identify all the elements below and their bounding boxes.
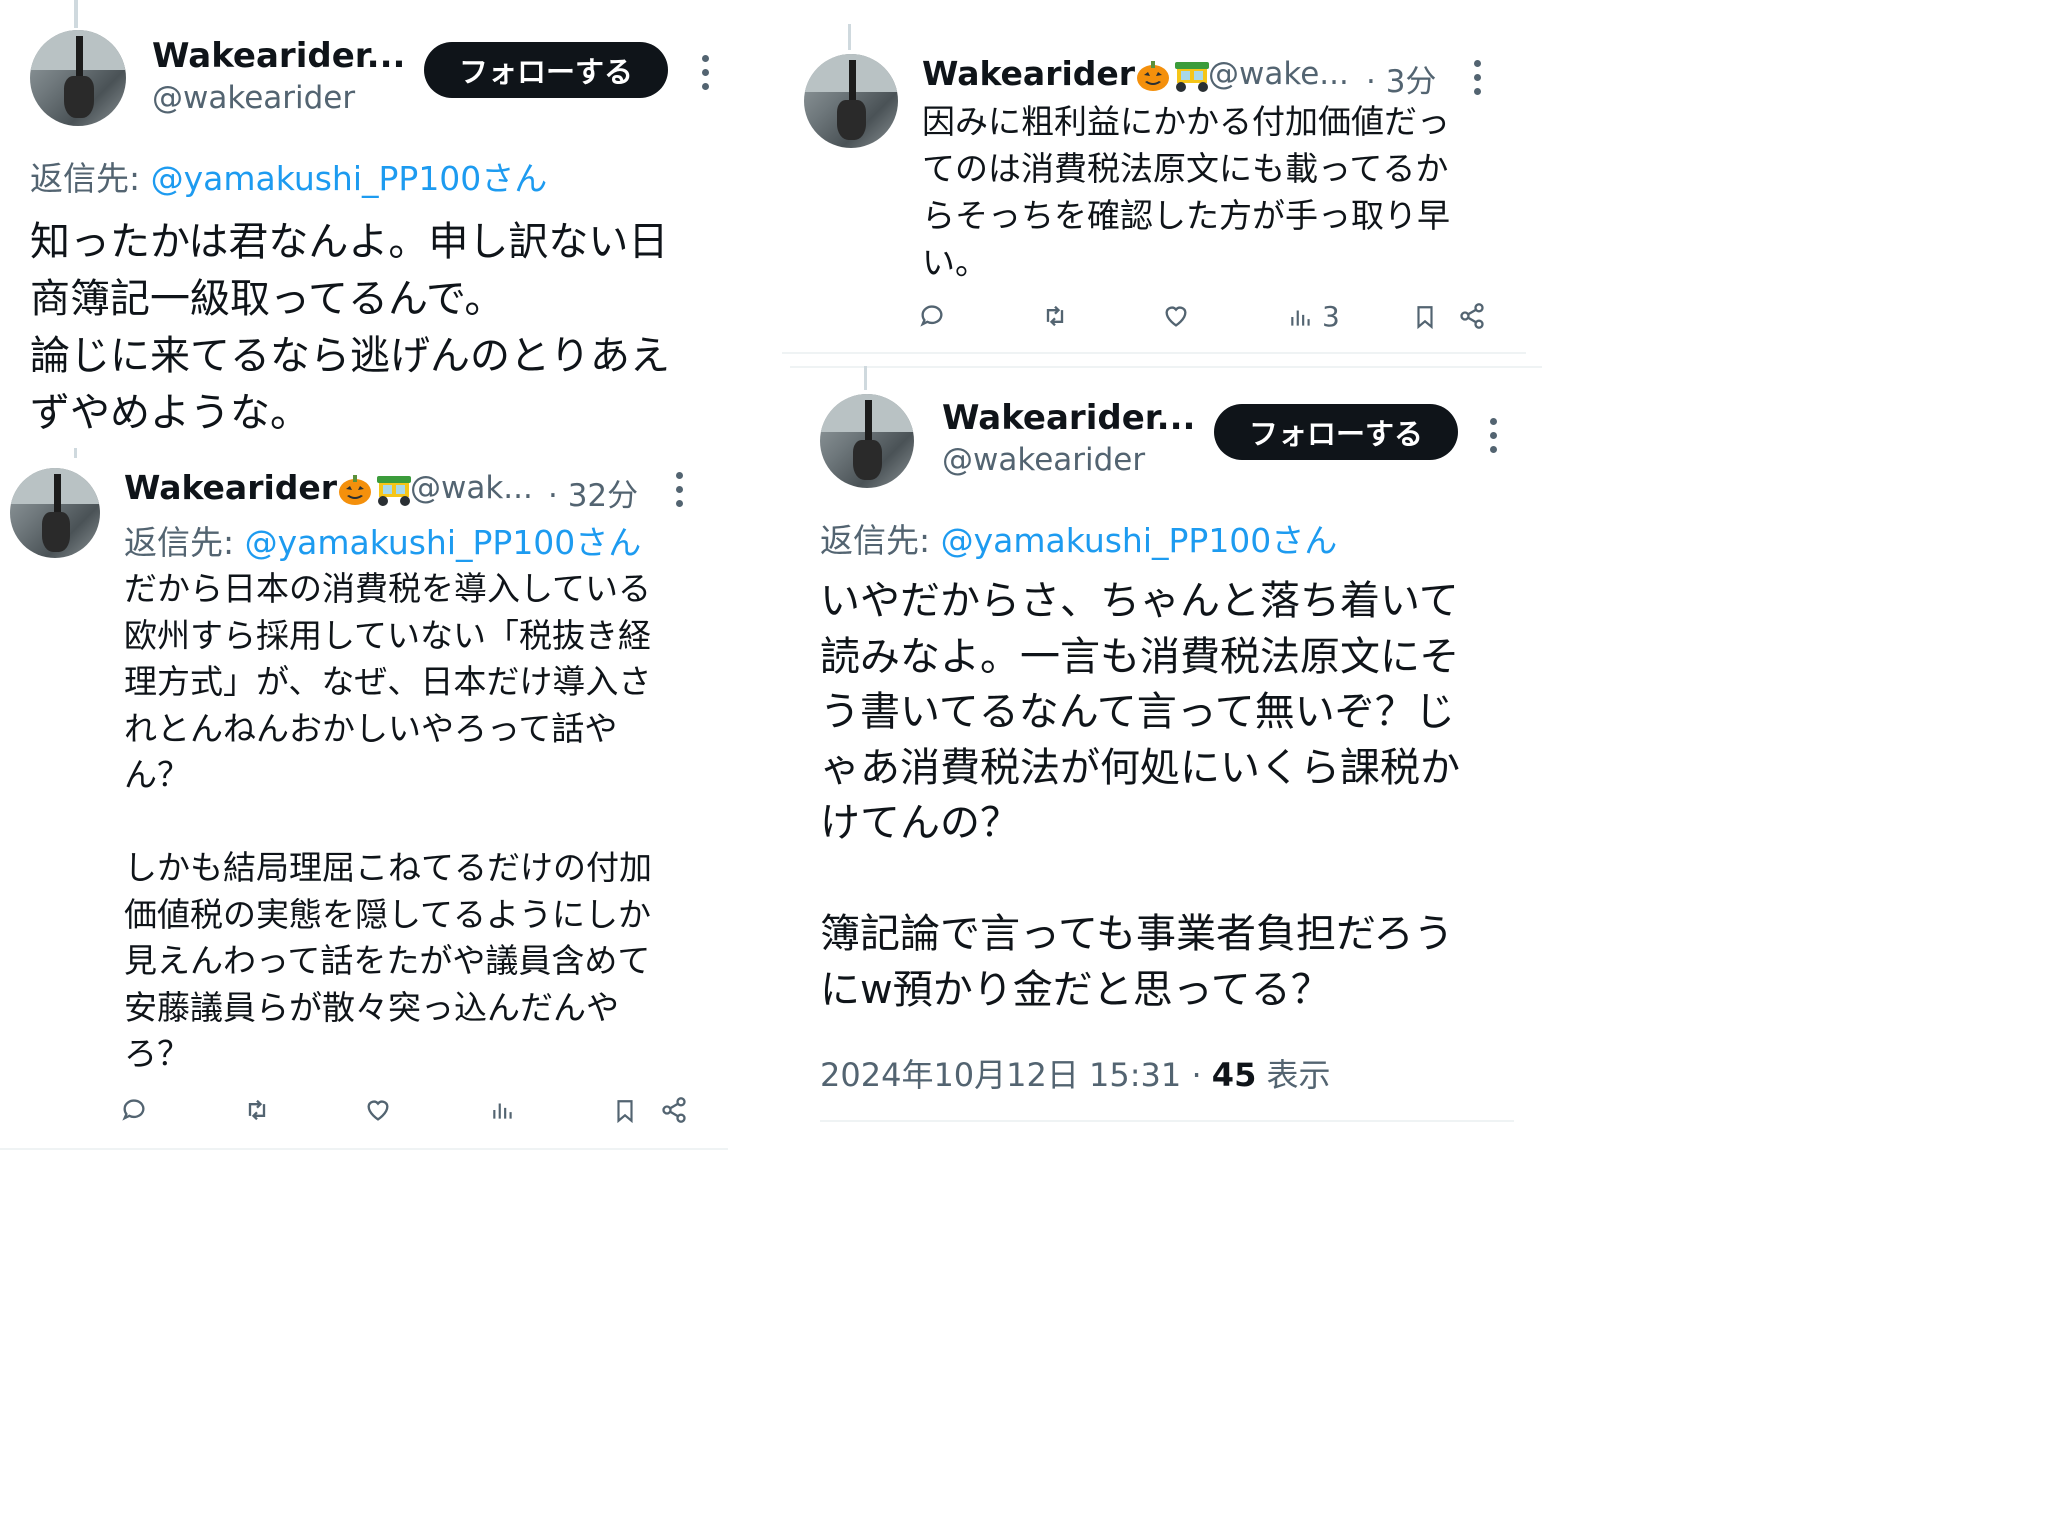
divider [820, 1120, 1514, 1122]
heart-icon [367, 1100, 389, 1121]
share-icon [662, 1097, 686, 1123]
divider [0, 1148, 728, 1150]
tweet-text: いやだからさ、ちゃんと落ち着いて 読みなよ。一言も消費税法原文にそ う書いてるな… [820, 578, 1460, 1013]
display-name[interactable]: Wakearider [124, 468, 415, 507]
analytics-icon [493, 1103, 512, 1119]
user-handle[interactable]: @wake... [1208, 56, 1349, 92]
reply-to-label: 返信先: [820, 521, 941, 560]
reply-mention-link[interactable]: @yamakushi_PP100さん [941, 521, 1338, 560]
timestamp-line: 2024年10月12日 15:31 · 45 表示 [820, 1056, 1331, 1094]
like-button[interactable] [364, 1096, 392, 1124]
reply-mention-link[interactable]: @yamakushi_PP100さん [245, 523, 642, 562]
auto-rickshaw-emoji [377, 475, 412, 506]
pumpkin-emoji [1137, 60, 1170, 91]
avatar[interactable] [30, 30, 126, 126]
share-button[interactable] [1458, 302, 1486, 330]
user-handle[interactable]: @wak... [410, 470, 533, 506]
divider [790, 366, 1542, 368]
auto-rickshaw-emoji [1175, 61, 1210, 92]
post-time[interactable]: · 32分 [548, 470, 638, 515]
reply-to-line: 返信先: @yamakushi_PP100さん [820, 514, 1337, 562]
tweet-text: 因みに粗利益にかかる付加価値だっ てのは消費税法原文にも載ってるか らそっちを確… [922, 102, 1450, 282]
reply-icon [122, 1099, 145, 1121]
user-handle[interactable]: @wakearider [942, 442, 1145, 478]
thread-line [74, 0, 78, 28]
bookmark-icon [1417, 306, 1433, 330]
retweet-icon [248, 1099, 266, 1121]
post-timestamp[interactable]: 2024年10月12日 15:31 [820, 1056, 1181, 1094]
display-name[interactable]: Wakearider... [152, 36, 405, 76]
user-handle[interactable]: @wakearider [152, 80, 355, 116]
avatar[interactable] [10, 468, 100, 558]
avatar[interactable] [804, 54, 898, 148]
display-name[interactable]: Wakearider [922, 54, 1213, 93]
retweet-button[interactable] [242, 1096, 272, 1124]
follow-button[interactable]: フォローする [1214, 404, 1458, 460]
pumpkin-emoji [339, 474, 372, 505]
analytics-icon [1291, 310, 1310, 326]
view-count: 45 [1211, 1056, 1257, 1094]
thread-line [864, 366, 867, 390]
retweet-icon [1046, 305, 1064, 327]
more-dots-icon[interactable] [1474, 60, 1482, 102]
reply-to-line: 返信先: @yamakushi_PP100さん [30, 152, 547, 200]
reply-to-line: 返信先: @yamakushi_PP100さん [124, 516, 641, 564]
reply-to-label: 返信先: [30, 159, 151, 198]
divider [782, 352, 1526, 354]
reply-to-label: 返信先: [124, 523, 245, 562]
reply-mention-link[interactable]: @yamakushi_PP100さん [151, 159, 548, 198]
tweet-text: だから日本の消費税を導入している 欧州すら採用していない「税抜き経 理方式」が、… [124, 569, 652, 1073]
share-icon [1460, 303, 1484, 329]
reply-icon [920, 305, 943, 327]
bookmark-button[interactable] [1412, 302, 1438, 332]
share-button[interactable] [660, 1096, 688, 1124]
views-button[interactable]: 3 [1288, 300, 1340, 333]
reply-button[interactable] [120, 1096, 148, 1124]
view-label: 表示 [1256, 1056, 1331, 1094]
thread-line [74, 448, 77, 458]
display-name[interactable]: Wakearider... [942, 398, 1195, 438]
avatar[interactable] [820, 394, 914, 488]
more-dots-icon[interactable] [1490, 418, 1498, 460]
thread-line [848, 24, 851, 50]
retweet-button[interactable] [1040, 302, 1070, 330]
bookmark-button[interactable] [612, 1096, 638, 1126]
bookmark-icon [617, 1100, 633, 1124]
more-dots-icon[interactable] [676, 472, 684, 514]
more-dots-icon[interactable] [702, 55, 710, 97]
heart-icon [1165, 306, 1187, 327]
reply-button[interactable] [918, 302, 946, 330]
views-count: 3 [1322, 300, 1340, 333]
follow-button[interactable]: フォローする [424, 42, 668, 98]
post-time[interactable]: · 3分 [1366, 56, 1436, 101]
views-button[interactable] [490, 1096, 524, 1124]
like-button[interactable] [1162, 302, 1190, 330]
tweet-text: 知ったかは君なんよ。申し訳ない日 商簿記一級取ってるんで。 論じに来てるなら逃げ… [30, 219, 670, 436]
